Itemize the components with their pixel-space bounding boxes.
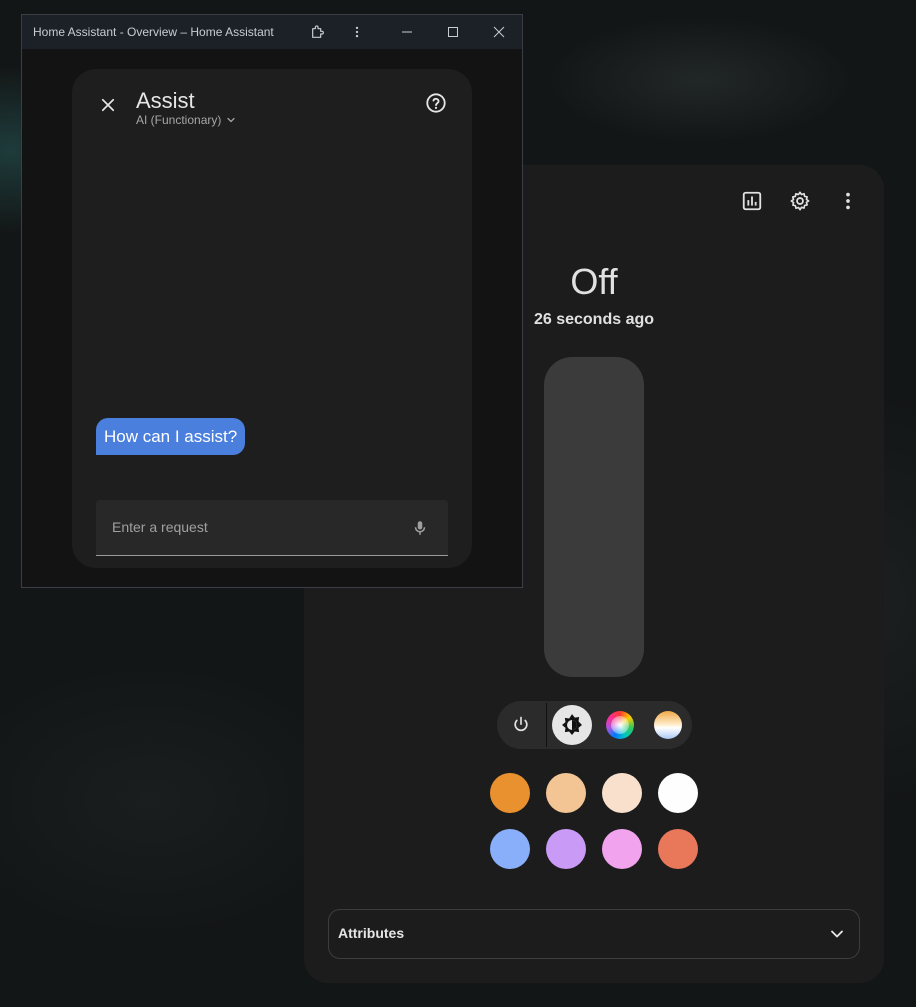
more-vert-icon[interactable] — [836, 189, 860, 213]
light-mode-selector — [497, 701, 692, 749]
chevron-down-icon — [227, 117, 235, 123]
favorite-color-3[interactable] — [602, 773, 642, 813]
assist-dialog: Assist AI (Functionary) How can I assist… — [72, 69, 472, 568]
assistant-message-bubble: How can I assist? — [96, 418, 246, 455]
maximize-icon[interactable] — [443, 22, 463, 42]
favorite-color-4[interactable] — [658, 773, 698, 813]
extension-icon[interactable] — [308, 22, 328, 42]
minimize-icon[interactable] — [397, 22, 417, 42]
favorite-color-1[interactable] — [490, 773, 530, 813]
favorite-color-5[interactable] — [490, 829, 530, 869]
brightness-icon[interactable] — [552, 705, 592, 745]
window-title: Home Assistant - Overview – Home Assista… — [33, 25, 274, 39]
color-wheel-icon[interactable] — [600, 705, 640, 745]
favorite-color-2[interactable] — [546, 773, 586, 813]
help-icon[interactable] — [424, 91, 448, 115]
pipeline-label: AI (Functionary) — [136, 113, 222, 127]
brightness-slider[interactable] — [544, 357, 644, 677]
favorite-color-7[interactable] — [602, 829, 642, 869]
power-icon[interactable] — [501, 705, 541, 745]
favorite-color-6[interactable] — [546, 829, 586, 869]
more-vert-icon[interactable] — [347, 22, 367, 42]
mode-divider — [546, 703, 547, 747]
request-placeholder: Enter a request — [112, 519, 208, 535]
microphone-icon[interactable] — [408, 516, 432, 540]
assist-title: Assist — [136, 88, 195, 113]
close-icon[interactable] — [489, 22, 509, 42]
attributes-expander[interactable]: Attributes — [328, 909, 860, 959]
settings-gear-icon[interactable] — [788, 189, 812, 213]
chevron-down-icon — [827, 924, 847, 944]
assist-popup-window: Home Assistant - Overview – Home Assista… — [21, 14, 523, 588]
attributes-label: Attributes — [338, 925, 405, 941]
favorite-color-8[interactable] — [658, 829, 698, 869]
history-chart-icon[interactable] — [740, 189, 764, 213]
pipeline-selector[interactable]: AI (Functionary) — [136, 113, 237, 127]
window-titlebar: Home Assistant - Overview – Home Assista… — [22, 15, 522, 49]
color-temperature-icon[interactable] — [648, 705, 688, 745]
close-icon[interactable] — [96, 93, 120, 117]
request-input[interactable]: Enter a request — [96, 500, 448, 556]
